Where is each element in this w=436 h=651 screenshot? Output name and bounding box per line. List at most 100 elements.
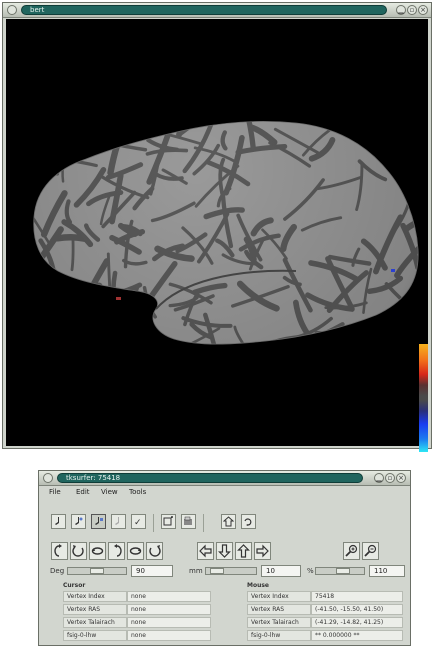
deg-slider[interactable] bbox=[67, 567, 127, 575]
sulcus-mark bbox=[33, 158, 59, 163]
tksurfer-titlebar[interactable]: tksurfer: 75418 ▁ ▫ × bbox=[39, 471, 410, 486]
toolbar-navigation bbox=[47, 542, 387, 562]
menu-edit[interactable]: Edit bbox=[76, 488, 90, 496]
close-button[interactable]: × bbox=[396, 473, 406, 483]
menu-bar: File Edit View Tools bbox=[39, 486, 410, 499]
close-button[interactable]: × bbox=[418, 5, 428, 15]
rotate-y-right-button[interactable] bbox=[127, 542, 144, 560]
select-tool-button[interactable] bbox=[91, 514, 106, 529]
window-menu-button[interactable] bbox=[7, 5, 17, 15]
rotate-z-left-button[interactable] bbox=[70, 542, 87, 560]
mouse-row-vertex-index: Vertex Index 75418 bbox=[247, 591, 403, 603]
cursor-row-vertex-talairach: Vertex Talairach none bbox=[63, 617, 211, 629]
sulcus-mark bbox=[403, 121, 412, 140]
cursor-row-vertex-index: Vertex Index none bbox=[63, 591, 211, 603]
deg-input[interactable]: 90 bbox=[131, 565, 173, 577]
rotate-x-left-button[interactable] bbox=[51, 542, 68, 560]
info-value: none bbox=[127, 617, 211, 628]
move-left-button[interactable] bbox=[197, 542, 214, 560]
window-title-bar[interactable]: bert bbox=[21, 5, 387, 15]
sulcus-mark bbox=[63, 140, 81, 159]
home-view-button[interactable] bbox=[221, 514, 236, 529]
rotate-z-right-button[interactable] bbox=[146, 542, 163, 560]
sulcus-mark bbox=[33, 321, 85, 345]
sulcus-mark bbox=[68, 122, 81, 157]
redraw-button[interactable] bbox=[241, 514, 256, 529]
slider-row: Deg 90 mm 10 % 110 bbox=[39, 565, 410, 578]
move-up-button[interactable] bbox=[235, 542, 252, 560]
deg-label: Deg bbox=[50, 567, 65, 575]
info-value: none bbox=[127, 591, 211, 602]
minimize-button[interactable]: ▁ bbox=[396, 5, 406, 15]
sulcus-mark bbox=[88, 124, 114, 132]
info-label: Vertex Talairach bbox=[247, 617, 311, 628]
sulcus-mark bbox=[33, 156, 60, 176]
rotate-y-left-button[interactable] bbox=[89, 542, 106, 560]
colorbar-legend bbox=[419, 344, 428, 452]
sulcus-mark bbox=[380, 329, 400, 345]
info-value: ** 0.000000 ** bbox=[311, 630, 403, 641]
sulcus-mark bbox=[69, 302, 105, 330]
window-title-bar[interactable]: tksurfer: 75418 bbox=[57, 473, 363, 483]
brain-surface bbox=[33, 121, 419, 345]
maximize-button[interactable]: ▫ bbox=[407, 5, 417, 15]
mouse-title: Mouse bbox=[247, 582, 270, 589]
mouse-row-vertex-ras: Vertex RAS (-41.50, -15.50, 41.50) bbox=[247, 604, 403, 616]
zoom-slider[interactable] bbox=[315, 567, 365, 575]
window-menu-button[interactable] bbox=[43, 473, 53, 483]
cursor-title: Cursor bbox=[63, 582, 86, 589]
navigate-tool-button[interactable] bbox=[51, 514, 66, 529]
sulcus-mark bbox=[33, 135, 64, 146]
sulcus-mark bbox=[52, 325, 82, 339]
3d-viewport[interactable] bbox=[6, 19, 428, 452]
toolbar-tools: ✓ bbox=[47, 514, 277, 534]
bert-window: bert ▁ ▫ × bbox=[2, 2, 432, 452]
sulcus-mark bbox=[70, 121, 130, 124]
menu-file[interactable]: File bbox=[49, 488, 61, 496]
sulcus-mark bbox=[385, 143, 412, 164]
bert-titlebar[interactable]: bert ▁ ▫ × bbox=[3, 3, 431, 18]
sulcus-mark bbox=[381, 121, 395, 139]
sulcus-mark bbox=[64, 298, 72, 320]
info-value: (-41.50, -15.50, 41.50) bbox=[311, 604, 403, 615]
zoom-slider-thumb[interactable] bbox=[336, 568, 350, 574]
zoom-in-button[interactable] bbox=[343, 542, 360, 560]
mm-slider-thumb[interactable] bbox=[210, 568, 224, 574]
label-tool-button[interactable]: ✓ bbox=[131, 514, 146, 529]
window-title: tksurfer: 75418 bbox=[66, 474, 121, 482]
tksurfer-window: tksurfer: 75418 ▁ ▫ × File Edit View Too… bbox=[38, 470, 411, 646]
menu-view[interactable]: View bbox=[101, 488, 118, 496]
mm-input[interactable]: 10 bbox=[261, 565, 301, 577]
info-value: 75418 bbox=[311, 591, 403, 602]
minimize-button[interactable]: ▁ bbox=[374, 473, 384, 483]
open-file-button[interactable] bbox=[181, 514, 196, 529]
sulcus-mark bbox=[390, 121, 413, 135]
sulcus-mark bbox=[155, 121, 185, 132]
info-value: none bbox=[127, 604, 211, 615]
edit-tool-button[interactable] bbox=[71, 514, 86, 529]
mm-label: mm bbox=[189, 567, 203, 575]
deg-slider-thumb[interactable] bbox=[90, 568, 104, 574]
info-label: Vertex Index bbox=[247, 591, 311, 602]
sulcus-mark bbox=[314, 330, 365, 336]
info-label: Vertex Index bbox=[63, 591, 127, 602]
info-label: fsig-0-lhw bbox=[63, 630, 127, 641]
zoom-out-button[interactable] bbox=[362, 542, 379, 560]
new-window-button[interactable] bbox=[161, 514, 176, 529]
sulcus-mark bbox=[117, 324, 140, 345]
rotate-x-right-button[interactable] bbox=[108, 542, 125, 560]
zoom-input[interactable]: 110 bbox=[369, 565, 405, 577]
move-right-button[interactable] bbox=[254, 542, 271, 560]
menu-tools[interactable]: Tools bbox=[129, 488, 146, 496]
sulcus-mark bbox=[358, 331, 397, 343]
sulcus-mark bbox=[59, 282, 103, 295]
maximize-button[interactable]: ▫ bbox=[385, 473, 395, 483]
sulcus-mark bbox=[119, 290, 143, 296]
move-down-button[interactable] bbox=[216, 542, 233, 560]
info-value: none bbox=[127, 630, 211, 641]
sulcus-mark bbox=[335, 334, 343, 345]
mm-slider[interactable] bbox=[205, 567, 257, 575]
path-tool-button[interactable] bbox=[111, 514, 126, 529]
info-value: (-41.29, -14.82, 41.25) bbox=[311, 617, 403, 628]
info-label: Vertex RAS bbox=[63, 604, 127, 615]
